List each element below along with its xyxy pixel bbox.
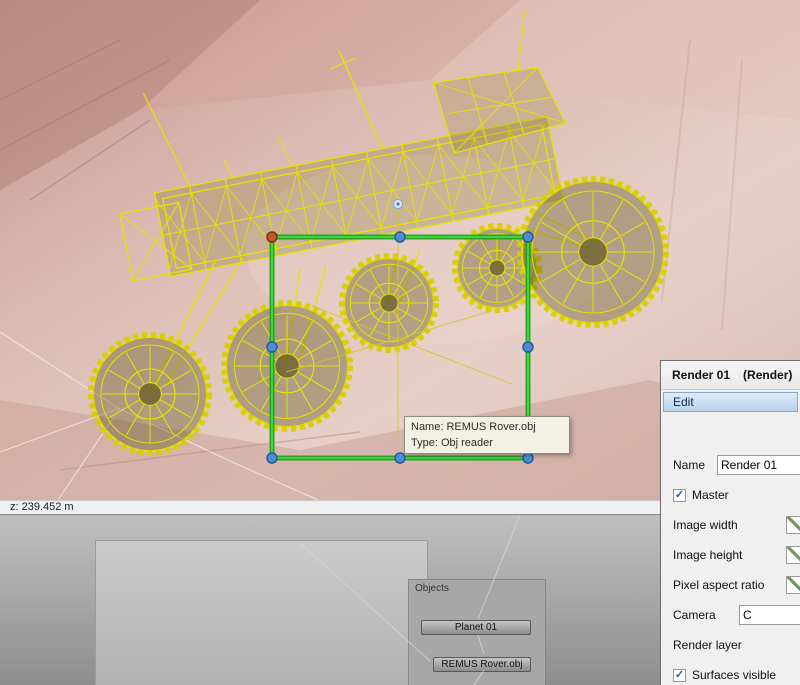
render-panel-body: Name ✓ Master Image width Image height P… xyxy=(661,412,800,685)
pixel-aspect-label: Pixel aspect ratio xyxy=(673,578,765,592)
name-input[interactable] xyxy=(717,455,800,475)
objects-group-label: Objects xyxy=(415,583,449,594)
window-title-text: Render 01 xyxy=(672,368,731,382)
name-field-label: Name xyxy=(673,458,706,472)
field-row-master: ✓ Master xyxy=(661,480,800,510)
selection-handle[interactable] xyxy=(394,231,406,243)
selection-handle[interactable] xyxy=(522,452,534,464)
animation-curve-icon[interactable] xyxy=(786,546,800,564)
camera-label: Camera xyxy=(673,608,716,622)
field-row-image-height: Image height xyxy=(661,540,800,570)
rover-node[interactable]: REMUS Rover.obj xyxy=(433,657,531,672)
app-root: { "icons": { "checkmark": "✓" }, "colors… xyxy=(0,0,800,685)
origin-locator-icon xyxy=(393,199,403,209)
surfaces-visible-label: Surfaces visible xyxy=(692,668,777,682)
render-layer-label: Render layer xyxy=(673,638,742,652)
camera-input[interactable] xyxy=(739,605,800,625)
checkmark-icon: ✓ xyxy=(674,668,685,681)
image-width-label: Image width xyxy=(673,518,738,532)
planet-node[interactable]: Planet 01 xyxy=(421,620,531,635)
selection-handle[interactable] xyxy=(394,452,406,464)
tooltip-type-line: Type: Obj reader xyxy=(411,437,493,449)
tooltip-name-line: Name: REMUS Rover.obj xyxy=(411,421,536,433)
selection-handle[interactable] xyxy=(266,452,278,464)
field-row-name: Name xyxy=(661,450,800,480)
objects-node-group[interactable]: Objects Planet 01 REMUS Rover.obj xyxy=(408,579,546,685)
image-height-label: Image height xyxy=(673,548,743,562)
selection-handle[interactable] xyxy=(266,341,278,353)
master-label: Master xyxy=(692,488,729,502)
animation-curve-icon[interactable] xyxy=(786,516,800,534)
render-settings-panel: Render 01 (Render) Edit Name ✓ Master Ima… xyxy=(660,360,800,685)
surfaces-visible-checkbox[interactable]: ✓ xyxy=(673,668,686,682)
field-row-render-layer: Render layer xyxy=(661,630,800,660)
field-row-image-width: Image width xyxy=(661,510,800,540)
tab-edit[interactable]: Edit xyxy=(663,392,798,412)
render-window-title[interactable]: Render 01 (Render) xyxy=(661,361,800,390)
node-group-panel[interactable] xyxy=(95,540,428,685)
selection-handle[interactable] xyxy=(522,341,534,353)
selection-handle[interactable] xyxy=(522,231,534,243)
checkmark-icon: ✓ xyxy=(674,488,685,501)
field-row-pixel-aspect: Pixel aspect ratio xyxy=(661,570,800,600)
object-tooltip: Name: REMUS Rover.obj Type: Obj reader xyxy=(404,416,570,454)
animation-curve-icon[interactable] xyxy=(786,576,800,594)
z-coordinate-readout: z: 239.452 m xyxy=(10,501,74,513)
master-checkbox[interactable]: ✓ xyxy=(673,488,686,502)
field-row-camera: Camera xyxy=(661,600,800,630)
selection-handle[interactable] xyxy=(266,231,278,243)
field-row-surfaces-visible: ✓ Surfaces visible xyxy=(661,660,800,685)
window-title-suffix: (Render) xyxy=(743,368,793,382)
